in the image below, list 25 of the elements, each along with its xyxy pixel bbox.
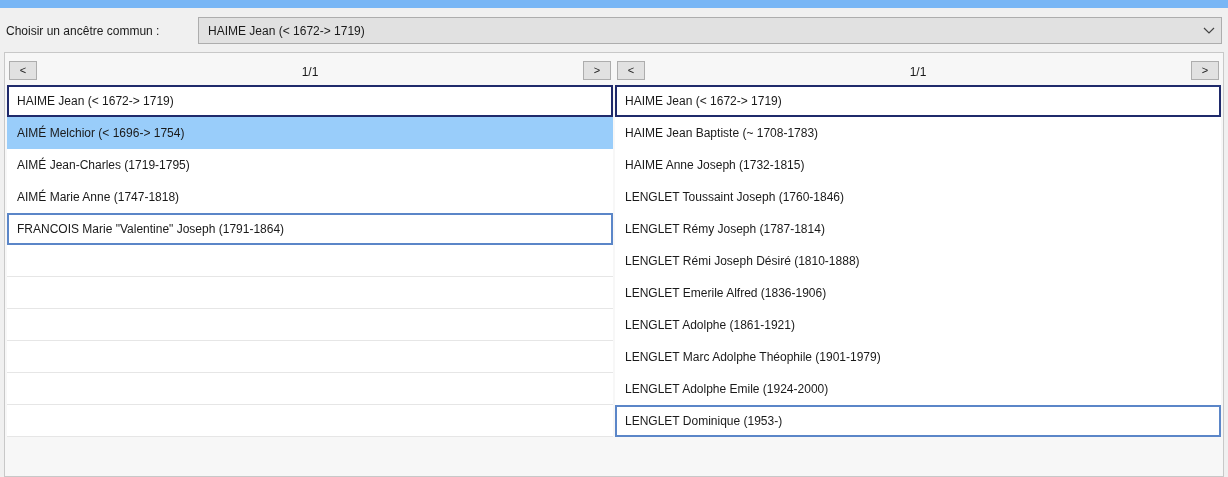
person-row[interactable]: HAIME Jean (< 1672-> 1719) — [615, 85, 1221, 117]
page-indicator: 1/1 — [909, 64, 927, 81]
person-row[interactable]: LENGLET Adolphe (1861-1921) — [615, 309, 1221, 341]
person-row[interactable]: AIMÉ Jean-Charles (1719-1795) — [7, 149, 613, 181]
previous-page-button[interactable]: < — [617, 60, 645, 80]
person-row[interactable]: AIMÉ Melchior (< 1696-> 1754) — [7, 117, 613, 149]
previous-page-button[interactable]: < — [9, 60, 37, 80]
person-row[interactable]: HAIME Jean Baptiste (~ 1708-1783) — [615, 117, 1221, 149]
person-row[interactable]: FRANCOIS Marie "Valentine" Joseph (1791-1864) — [7, 213, 613, 245]
page-indicator: 1/1 — [301, 64, 319, 81]
next-page-button[interactable]: > — [1191, 60, 1219, 80]
person-row[interactable]: LENGLET Rémy Joseph (1787-1814) — [615, 213, 1221, 245]
person-row[interactable]: LENGLET Emerile Alfred (1836-1906) — [615, 277, 1221, 309]
person-row[interactable]: LENGLET Adolphe Emile (1924-2000) — [615, 373, 1221, 405]
person-row[interactable]: LENGLET Rémi Joseph Désiré (1810-1888) — [615, 245, 1221, 277]
person-row[interactable]: LENGLET Dominique (1953-) — [615, 405, 1221, 437]
chevron-down-icon — [1203, 26, 1215, 35]
next-page-button[interactable]: > — [583, 60, 611, 80]
person-row[interactable]: LENGLET Marc Adolphe Théophile (1901-1979) — [615, 341, 1221, 373]
person-row[interactable]: AIMÉ Marie Anne (1747-1818) — [7, 181, 613, 213]
ancestor-dropdown[interactable]: HAIME Jean (< 1672-> 1719) — [198, 17, 1222, 44]
selector-label: Choisir un ancêtre commun : — [6, 22, 161, 40]
person-row[interactable]: HAIME Anne Joseph (1732-1815) — [615, 149, 1221, 181]
person-row[interactable]: LENGLET Toussaint Joseph (1760-1846) — [615, 181, 1221, 213]
person-row[interactable]: HAIME Jean (< 1672-> 1719) — [7, 85, 613, 117]
